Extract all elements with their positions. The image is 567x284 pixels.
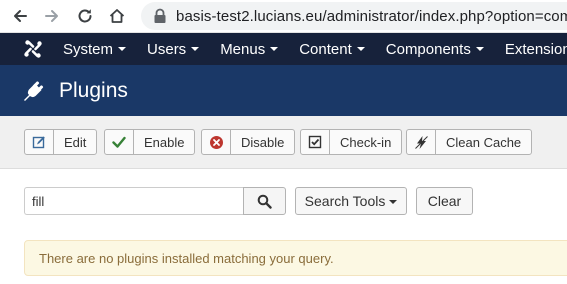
clear-button[interactable]: Clear — [416, 187, 473, 215]
search-icon — [257, 194, 272, 209]
enable-label: Enable — [144, 134, 185, 150]
menu-users[interactable]: Users — [147, 40, 200, 58]
url-text: basis-test2.lucians.eu/administrator/ind… — [176, 7, 567, 25]
caret-down-icon — [191, 47, 200, 51]
address-bar[interactable]: basis-test2.lucians.eu/administrator/ind… — [141, 2, 567, 30]
action-toolbar: Edit Enable Disable Check-in Clean Cache — [0, 116, 567, 169]
enable-button[interactable]: Enable — [104, 129, 196, 155]
checkmark-icon — [105, 130, 134, 154]
search-tools-label: Search Tools — [304, 193, 386, 209]
clear-label: Clear — [427, 193, 462, 209]
caret-down-icon — [356, 47, 365, 51]
times-circle-icon — [202, 130, 231, 154]
arrow-left-icon — [14, 10, 27, 22]
caret-down-icon — [118, 47, 127, 51]
search-tools-button[interactable]: Search Tools — [295, 187, 407, 215]
caret-down-icon — [270, 47, 279, 51]
checkin-label: Check-in — [340, 134, 392, 150]
disable-label: Disable — [241, 134, 285, 150]
back-button[interactable] — [8, 4, 32, 28]
menu-users-label: Users — [147, 40, 187, 58]
caret-down-icon — [475, 47, 484, 51]
menu-components-label: Components — [385, 40, 471, 58]
page-title: Plugins — [59, 78, 128, 102]
admin-top-menu: System Users Menus Content Components Ex… — [0, 33, 567, 65]
edit-icon — [25, 130, 54, 154]
menu-extensions-label: Extensions — [504, 40, 567, 58]
arrow-right-icon — [45, 10, 58, 22]
menu-menus-label: Menus — [220, 40, 266, 58]
page-header: Plugins — [0, 65, 567, 116]
joomla-logo-icon[interactable] — [23, 39, 43, 59]
checkbox-icon — [301, 130, 330, 154]
lightning-icon — [407, 130, 436, 154]
home-icon — [109, 9, 125, 23]
clean-cache-button[interactable]: Clean Cache — [406, 129, 533, 155]
home-button[interactable] — [105, 4, 129, 28]
alert-message: There are no plugins installed matching … — [39, 250, 334, 266]
menu-menus[interactable]: Menus — [220, 40, 279, 58]
edit-button[interactable]: Edit — [24, 129, 98, 155]
menu-system[interactable]: System — [63, 40, 127, 58]
menu-system-label: System — [63, 40, 114, 58]
caret-down-icon — [389, 200, 398, 204]
menu-content[interactable]: Content — [299, 41, 365, 58]
menu-content-label: Content — [299, 40, 352, 58]
edit-label: Edit — [64, 134, 87, 150]
plug-icon — [24, 80, 44, 101]
reload-button[interactable] — [73, 4, 97, 28]
disable-button[interactable]: Disable — [201, 129, 296, 155]
menu-components[interactable]: Components — [386, 41, 484, 58]
browser-toolbar: basis-test2.lucians.eu/administrator/ind… — [0, 0, 567, 33]
menu-extensions[interactable]: Extensions — [505, 41, 567, 58]
no-results-alert: There are no plugins installed matching … — [24, 240, 567, 276]
search-input[interactable] — [24, 187, 244, 215]
search-button[interactable] — [243, 187, 286, 215]
reload-icon — [78, 9, 92, 23]
lock-icon — [154, 8, 166, 23]
checkin-button[interactable]: Check-in — [300, 129, 403, 155]
forward-button[interactable] — [40, 4, 64, 28]
clean-cache-label: Clean Cache — [446, 134, 522, 150]
